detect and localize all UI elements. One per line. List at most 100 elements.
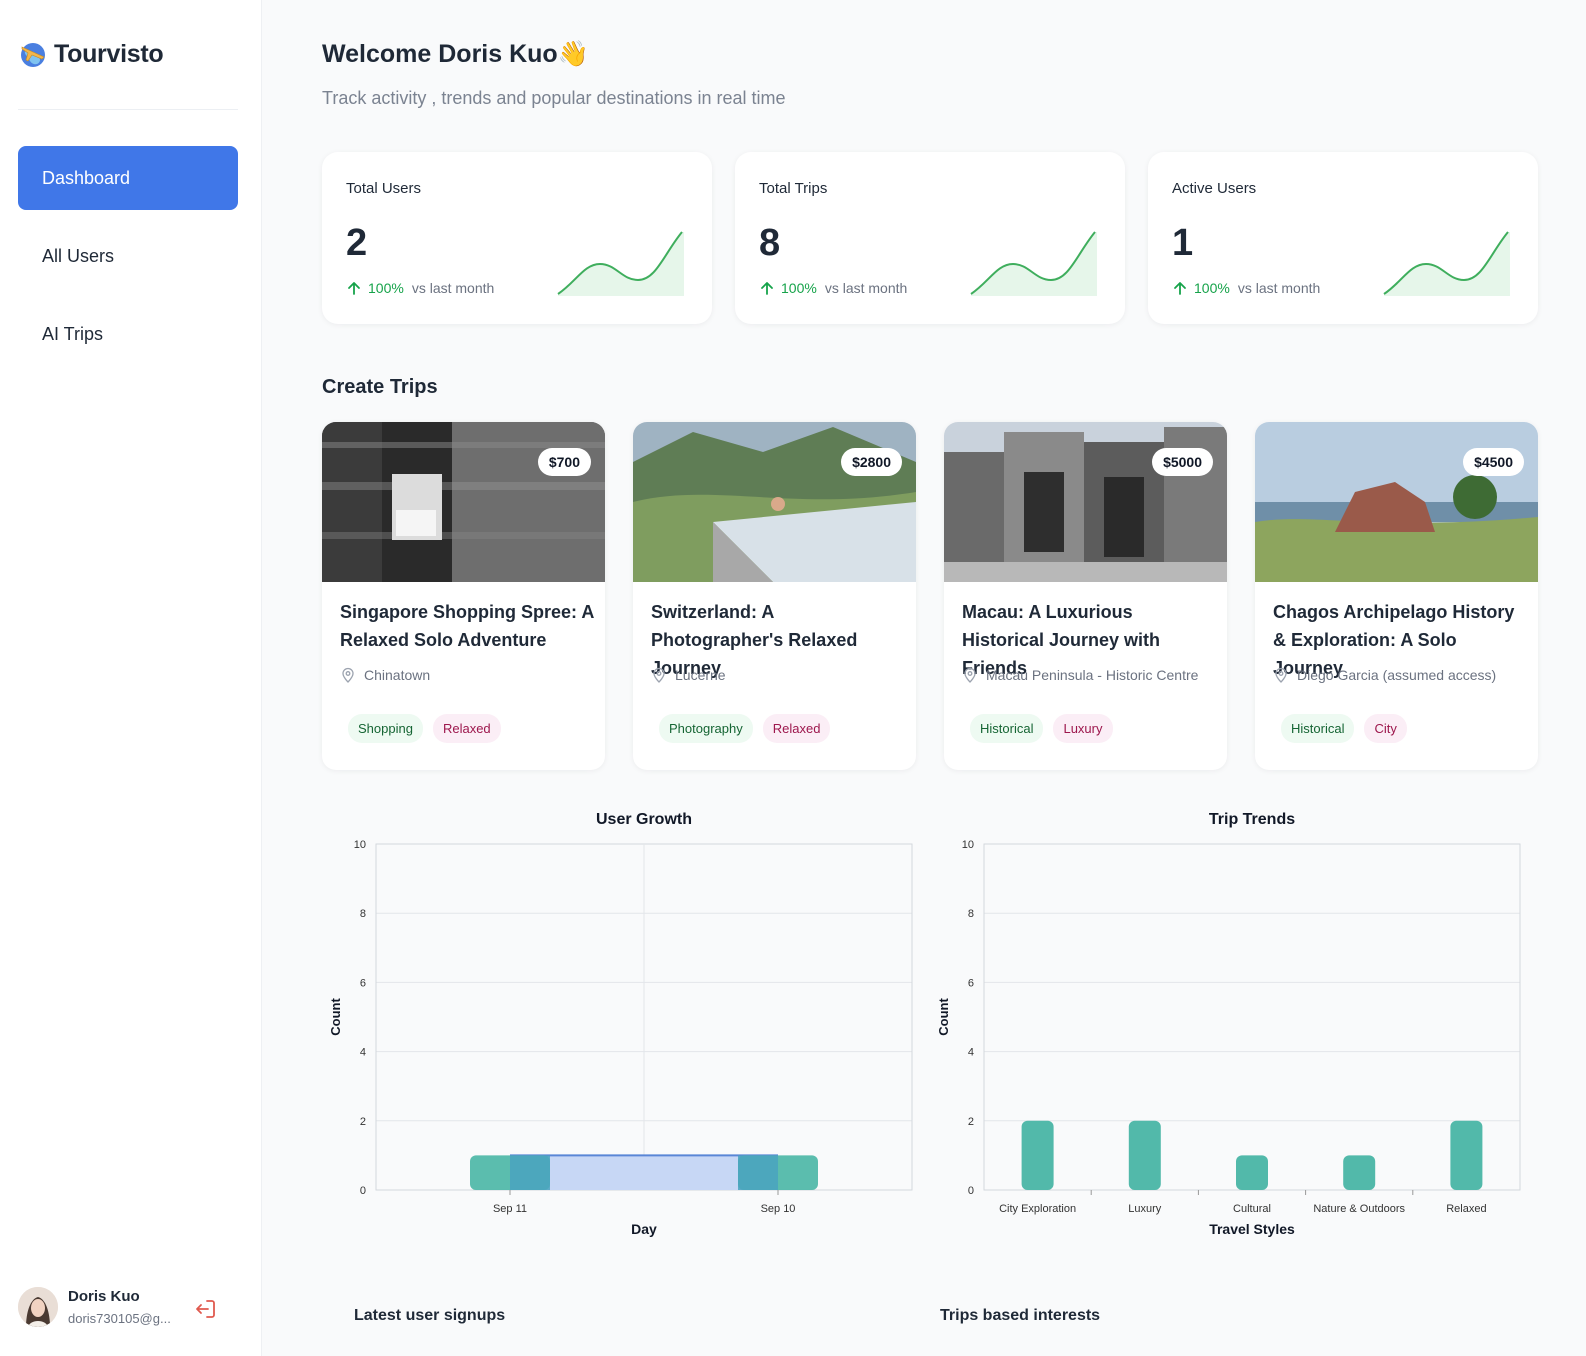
- price-badge: $2800: [841, 448, 902, 476]
- latest-signups-title: Latest user signups: [354, 1307, 506, 1324]
- stat-label: Total Users: [346, 180, 422, 197]
- stat-trend: 100% vs last month: [759, 280, 907, 296]
- arrow-up-icon: [1174, 282, 1186, 295]
- price-badge: $700: [537, 448, 591, 476]
- user-profile: Doris Kuo doris730105@g...: [18, 1287, 180, 1327]
- avatar: [18, 1287, 58, 1327]
- trend-percent: 100%: [1194, 280, 1230, 296]
- y-tick-label: 6: [360, 977, 366, 989]
- x-axis-label: Day: [631, 1221, 657, 1237]
- brand[interactable]: Tourvisto: [18, 36, 164, 72]
- stat-value: 8: [759, 222, 781, 264]
- trip-location: Macau Peninsula - Historic Centre: [962, 667, 1198, 683]
- trip-image: [1255, 422, 1538, 582]
- trip-image: [322, 422, 605, 582]
- bar-overlap: [738, 1155, 778, 1190]
- y-tick-label: 0: [360, 1185, 366, 1197]
- trip-location: Lucerne: [651, 667, 726, 683]
- user-name: Doris Kuo: [68, 1288, 140, 1305]
- trip-location-text: Chinatown: [364, 667, 431, 683]
- trip-location: Diego Garcia (assumed access): [1273, 667, 1496, 683]
- trip-card[interactable]: $700 Singapore Shopping Spree: A Relaxed…: [322, 422, 605, 770]
- trip-card[interactable]: $4500 Chagos Archipelago History & Explo…: [1255, 422, 1538, 770]
- logout-icon[interactable]: [192, 1296, 218, 1322]
- arrow-up-icon: [761, 282, 773, 295]
- bar-overlap: [510, 1155, 550, 1190]
- sparkline-chart: [557, 231, 684, 296]
- stat-value: 2: [346, 222, 368, 264]
- sidebar-item-dashboard[interactable]: Dashboard: [18, 146, 238, 210]
- tag: Relaxed: [432, 714, 501, 743]
- tag: Photography: [659, 714, 753, 743]
- chart-title: Trip Trends: [1209, 811, 1295, 828]
- x-tick-label: Nature & Outdoors: [1313, 1203, 1405, 1215]
- y-tick-label: 2: [360, 1116, 366, 1128]
- area-series: [510, 1155, 778, 1190]
- trend-text: vs last month: [824, 280, 908, 296]
- y-tick-label: 8: [360, 908, 366, 920]
- trip-trends-chart: Trip Trends 0 2 4 6 8 10 Count Travel Styles City…: [930, 811, 1535, 1256]
- y-tick-label: 0: [968, 1185, 974, 1197]
- globe-plane-icon: [21, 43, 45, 67]
- bar: [1343, 1155, 1376, 1190]
- y-tick-label: 10: [354, 839, 366, 851]
- y-tick-label: 6: [968, 977, 974, 989]
- x-tick-label: Sep 10: [761, 1203, 796, 1215]
- tag: Historical: [1281, 714, 1355, 743]
- tag: City: [1364, 714, 1407, 743]
- price-badge: $4500: [1463, 448, 1524, 476]
- trip-location-text: Lucerne: [675, 667, 726, 683]
- sidebar-item-all-users[interactable]: All Users: [18, 224, 238, 288]
- location-pin-icon: [342, 667, 354, 683]
- tag: Shopping: [348, 714, 423, 743]
- stat-card-total-users: Total Users 2 100% vs last month: [322, 152, 712, 324]
- trip-tags: Shopping Relaxed: [348, 714, 501, 743]
- trip-card[interactable]: $5000 Macau: A Luxurious Historical Jour…: [944, 422, 1227, 770]
- bar: [1236, 1155, 1268, 1190]
- sidebar-item-ai-trips[interactable]: AI Trips: [18, 302, 238, 366]
- sparkline-chart: [970, 231, 1097, 296]
- trip-card[interactable]: $2800 Switzerland: A Photographer's Rela…: [633, 422, 916, 770]
- trip-tags: Historical City: [1281, 714, 1407, 743]
- stat-trend: 100% vs last month: [346, 280, 494, 296]
- x-tick-label: Cultural: [1233, 1203, 1271, 1215]
- plot-frame: [983, 843, 1521, 1191]
- location-pin-icon: [653, 667, 665, 683]
- bar: [1450, 1120, 1483, 1190]
- y-tick-label: 4: [968, 1047, 974, 1059]
- y-tick-label: 10: [962, 839, 974, 851]
- y-axis-label: Count: [328, 998, 343, 1036]
- location-pin-icon: [1275, 667, 1287, 683]
- tag: Historical: [970, 714, 1044, 743]
- sidebar-item-label: AI Trips: [42, 323, 104, 344]
- trip-tags: Historical Luxury: [970, 714, 1113, 743]
- stat-value: 1: [1172, 222, 1194, 264]
- trip-location-text: Macau Peninsula - Historic Centre: [986, 667, 1199, 683]
- sidebar: Tourvisto Dashboard All Users AI Trips D…: [0, 0, 262, 1356]
- x-tick-label: Luxury: [1128, 1203, 1162, 1215]
- trip-location-text: Diego Garcia (assumed access): [1297, 667, 1497, 683]
- bar: [1128, 1120, 1161, 1190]
- y-tick-label: 4: [360, 1047, 366, 1059]
- trip-tags: Photography Relaxed: [659, 714, 831, 743]
- price-badge: $5000: [1152, 448, 1213, 476]
- stat-card-total-trips: Total Trips 8 100% vs last month: [735, 152, 1125, 324]
- trend-percent: 100%: [781, 280, 817, 296]
- chart-title: User Growth: [596, 811, 692, 828]
- sparkline-chart: [1383, 231, 1510, 296]
- trip-title: Singapore Shopping Spree: A Relaxed Solo…: [340, 602, 594, 650]
- page-subtitle: Track activity , trends and popular dest…: [322, 88, 786, 108]
- user-growth-chart: User Growth 0 2 4 6 8 10 Count Day Sep 11 Sep 10: [322, 811, 927, 1256]
- page-title: Welcome Doris Kuo👋: [322, 40, 589, 68]
- y-axis-label: Count: [936, 998, 951, 1036]
- x-tick-label: City Exploration: [999, 1203, 1076, 1215]
- user-email: doris730105@g...: [68, 1311, 171, 1326]
- trips-interests-title: Trips based interests: [940, 1307, 1101, 1324]
- x-tick-label: Sep 11: [493, 1203, 527, 1215]
- y-tick-label: 2: [968, 1116, 974, 1128]
- sidebar-divider: [18, 109, 238, 110]
- tag: Luxury: [1053, 714, 1113, 743]
- stat-label: Active Users: [1172, 180, 1257, 197]
- sidebar-item-label: All Users: [42, 245, 115, 266]
- stat-trend: 100% vs last month: [1172, 280, 1320, 296]
